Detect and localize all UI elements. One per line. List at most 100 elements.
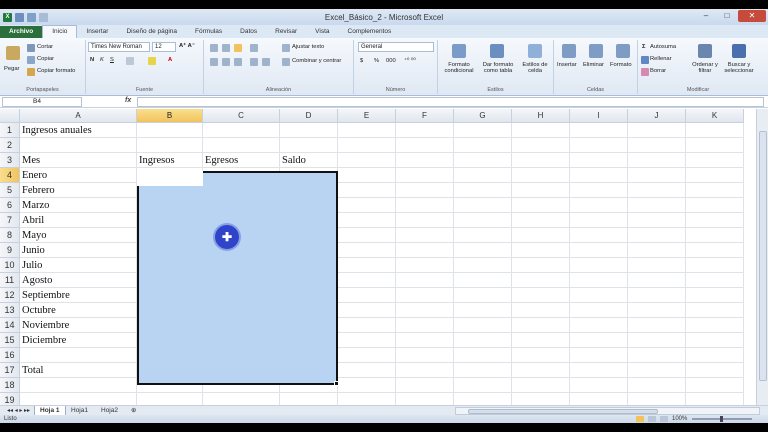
percent-button[interactable]: % [374,58,379,64]
conditional-format-button[interactable]: Formato condicional [441,62,477,74]
align-right-icon[interactable] [234,58,242,66]
cell-a15[interactable]: Diciembre [22,333,66,348]
column-header-d[interactable]: D [280,109,338,123]
horizontal-scroll-thumb[interactable] [468,409,658,414]
cell-a17[interactable]: Total [22,363,43,378]
row-header-13[interactable]: 13 [0,303,20,318]
borders-icon[interactable] [126,57,134,65]
font-color-icon[interactable]: A [168,57,172,63]
thousands-button[interactable]: 000 [386,58,396,64]
bold-button[interactable]: N [90,57,94,63]
delete-cells-button[interactable]: Eliminar [583,62,604,68]
tab-insertar[interactable]: Insertar [77,26,117,38]
find-select-button[interactable]: Buscar y seleccionar [720,62,758,74]
font-size-select[interactable]: 12 [152,42,176,52]
copy-button[interactable]: Copiar [37,56,54,62]
vertical-scrollbar[interactable] [756,109,768,405]
row-header-14[interactable]: 14 [0,318,20,333]
autosum-button[interactable]: Autosuma [650,44,676,50]
tab-vista[interactable]: Vista [306,26,338,38]
orientation-icon[interactable] [250,44,258,52]
row-header-7[interactable]: 7 [0,213,20,228]
row-header-18[interactable]: 18 [0,378,20,393]
wrap-text-button[interactable]: Ajustar texto [292,44,324,50]
cut-button[interactable]: Cortar [37,44,53,50]
row-header-15[interactable]: 15 [0,333,20,348]
grow-font-button[interactable]: A⁺ A⁻ [179,43,195,49]
cell-c3[interactable]: Egresos [205,153,238,168]
maximize-button[interactable]: □ [717,10,737,22]
formula-input[interactable] [137,97,764,107]
zoom-slider-thumb[interactable] [720,416,723,422]
row-header-2[interactable]: 2 [0,138,20,153]
page-break-icon[interactable] [660,416,668,422]
cell-a7[interactable]: Abril [22,213,44,228]
row-header-16[interactable]: 16 [0,348,20,363]
row-header-10[interactable]: 10 [0,258,20,273]
underline-button[interactable]: S [110,57,114,63]
close-button[interactable]: ✕ [738,10,766,22]
tab-diseno-pagina[interactable]: Diseño de página [117,26,186,38]
vertical-scroll-thumb[interactable] [759,131,767,381]
cell-a10[interactable]: Julio [22,258,42,273]
minimize-button[interactable]: – [696,10,716,22]
name-box[interactable]: B4 [2,97,82,107]
cell-a3[interactable]: Mes [22,153,40,168]
currency-button[interactable]: $ [360,58,363,64]
tab-revisar[interactable]: Revisar [266,26,306,38]
column-header-j[interactable]: J [628,109,686,123]
cell-a4[interactable]: Enero [22,168,47,183]
align-middle-icon[interactable] [222,44,230,52]
align-center-icon[interactable] [222,58,230,66]
cell-a1[interactable]: Ingresos anuales [22,123,92,138]
tab-inicio[interactable]: Inicio [42,25,78,38]
fill-button[interactable]: Rellenar [650,56,672,62]
sort-filter-button[interactable]: Ordenar y filtrar [688,62,722,74]
column-header-f[interactable]: F [396,109,454,123]
align-bottom-icon[interactable] [234,44,242,52]
tab-archivo[interactable]: Archivo [0,26,43,38]
fill-handle[interactable] [334,381,339,386]
cell-a13[interactable]: Octubre [22,303,56,318]
horizontal-scrollbar[interactable] [455,407,760,415]
column-header-g[interactable]: G [454,109,512,123]
insert-cells-button[interactable]: Insertar [557,62,577,68]
column-header-c[interactable]: C [203,109,280,123]
cell-a14[interactable]: Noviembre [22,318,69,333]
cell-a9[interactable]: Junio [22,243,45,258]
row-header-5[interactable]: 5 [0,183,20,198]
align-left-icon[interactable] [210,58,218,66]
cell-a5[interactable]: Febrero [22,183,55,198]
italic-button[interactable]: K [100,57,104,63]
number-format-select[interactable]: General [358,42,434,52]
column-header-h[interactable]: H [512,109,570,123]
spreadsheet-grid[interactable]: A B C D E F G H I J K 1 2 3 4 5 6 7 8 9 10 11 12 13 14 15 16 17 18 19… [0,109,768,408]
row-header-12[interactable]: 12 [0,288,20,303]
column-header-i[interactable]: I [570,109,628,123]
clear-button[interactable]: Borrar [650,68,666,74]
normal-view-icon[interactable] [636,416,644,422]
column-header-b[interactable]: B [137,109,203,123]
cell-styles-button[interactable]: Estilos de celda [518,62,552,74]
column-header-e[interactable]: E [338,109,396,123]
format-table-button[interactable]: Dar formato como tabla [480,62,516,74]
row-header-1[interactable]: 1 [0,123,20,138]
row-header-4[interactable]: 4 [0,168,20,183]
merge-center-button[interactable]: Combinar y centrar [292,58,341,64]
column-header-a[interactable]: A [20,109,137,123]
font-name-select[interactable]: Times New Roman [88,42,150,52]
selected-range[interactable] [137,171,338,385]
cell-b3[interactable]: Ingresos [139,153,175,168]
tab-formulas[interactable]: Fórmulas [186,26,231,38]
align-top-icon[interactable] [210,44,218,52]
format-painter-button[interactable]: Copiar formato [37,68,75,74]
cell-a6[interactable]: Marzo [22,198,49,213]
row-header-8[interactable]: 8 [0,228,20,243]
row-header-9[interactable]: 9 [0,243,20,258]
fx-button[interactable]: fx [125,97,131,104]
column-header-k[interactable]: K [686,109,744,123]
page-layout-icon[interactable] [648,416,656,422]
row-header-3[interactable]: 3 [0,153,20,168]
cell-d3[interactable]: Saldo [282,153,306,168]
select-all-corner[interactable] [0,109,20,123]
